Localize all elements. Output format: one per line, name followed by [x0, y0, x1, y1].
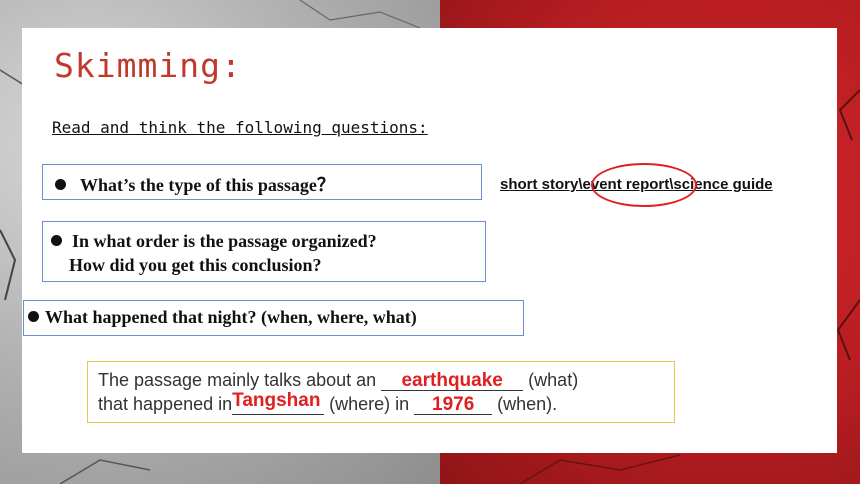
bullet-icon	[55, 179, 66, 191]
choice-short-story: short story	[500, 176, 579, 193]
bullet-icon	[51, 235, 62, 247]
slide-card: Skimming: Read and think the following q…	[22, 28, 837, 453]
blank-what: earthquake	[381, 370, 524, 391]
summary-text-1: The passage mainly talks about an	[98, 370, 382, 390]
slide-title: Skimming:	[54, 46, 242, 85]
question-3-text: What happened that night? (when, where, …	[45, 307, 417, 327]
summary-text-5: (when).	[492, 394, 558, 414]
answer-where: Tangshan	[232, 390, 321, 411]
question-box-1: What’s the type of this passage？	[42, 164, 482, 200]
instruction-text: Read and think the following questions:	[52, 118, 428, 137]
question-box-3: What happened that night? (when, where, …	[23, 300, 524, 336]
summary-box: The passage mainly talks about an earthq…	[87, 361, 675, 423]
question-2-line1: In what order is the passage organized?	[72, 231, 377, 251]
bullet-icon	[28, 311, 39, 323]
question-box-2: In what order is the passage organized? …	[42, 221, 486, 282]
answer-when: 1976	[432, 394, 475, 415]
answer-circle-highlight	[591, 163, 697, 207]
summary-text-2: (what)	[523, 370, 579, 390]
question-2-line2: How did you get this conclusion?	[69, 255, 322, 275]
blank-where: Tangshan	[232, 391, 325, 415]
question-1-text: What’s the type of this passage？	[80, 175, 335, 195]
answer-what: earthquake	[401, 370, 503, 391]
summary-text-3: that happened in	[98, 394, 233, 414]
blank-when: 1976	[414, 394, 493, 415]
summary-text-4: (where) in	[324, 394, 415, 414]
